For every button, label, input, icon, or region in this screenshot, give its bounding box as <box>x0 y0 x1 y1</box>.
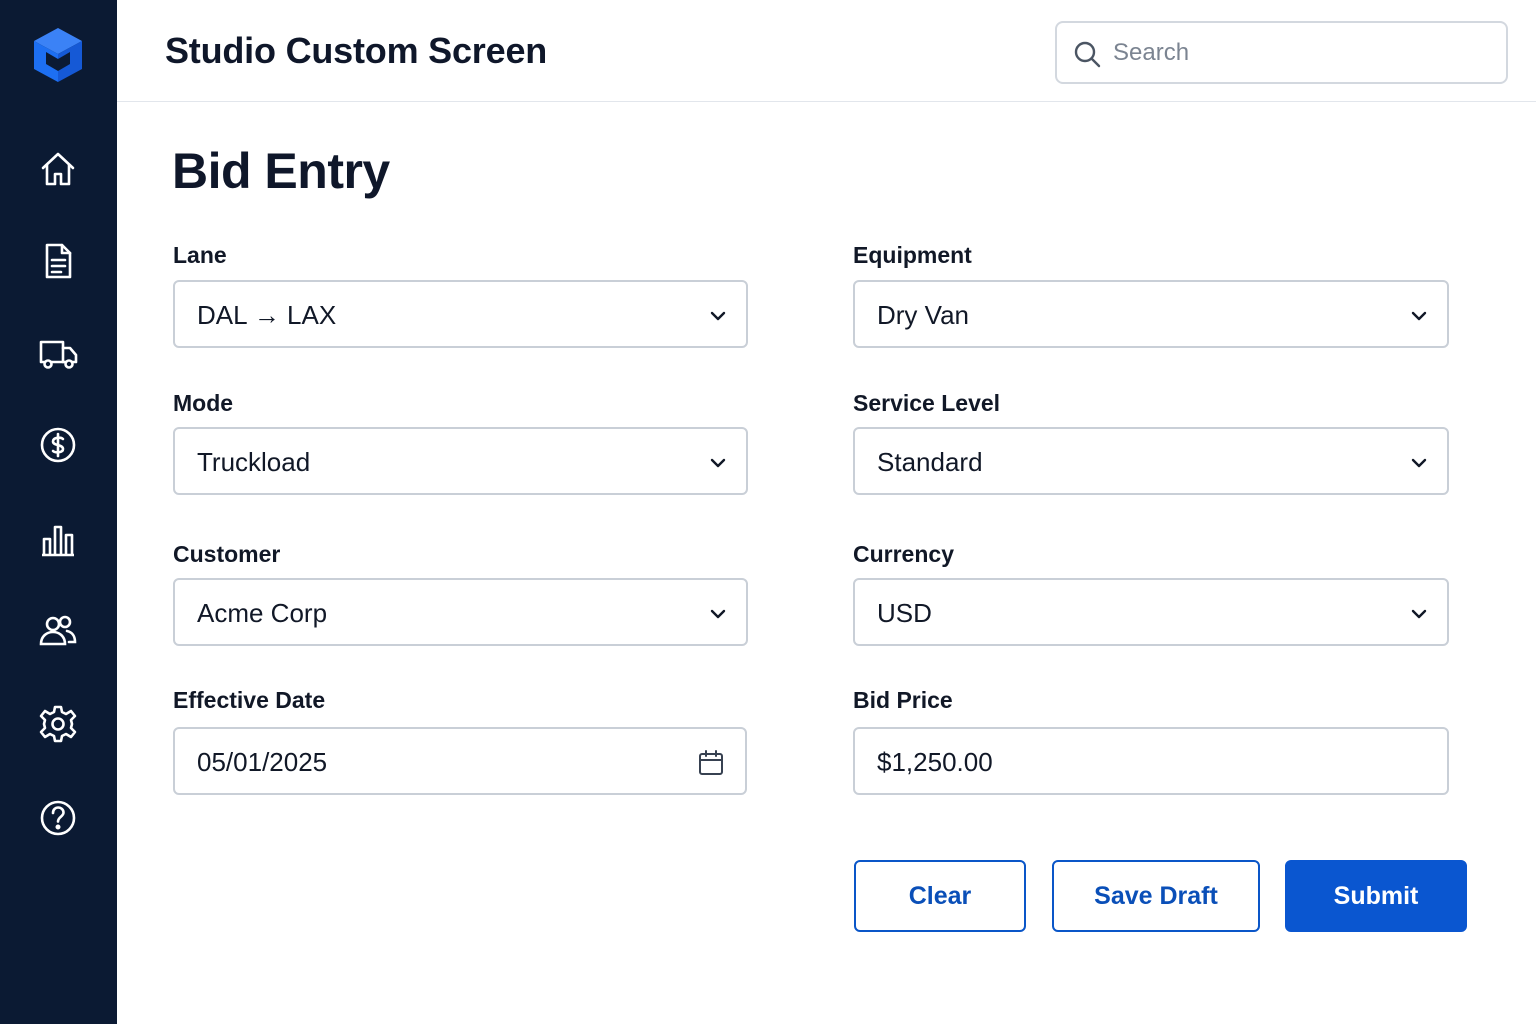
bid-price-value: $1,250.00 <box>877 747 993 777</box>
customer-select[interactable]: Acme Corp <box>173 578 748 646</box>
bid-price-label: Bid Price <box>853 687 953 713</box>
clear-button[interactable]: Clear <box>854 860 1026 932</box>
chevron-down-icon <box>710 609 726 619</box>
bar-chart-icon <box>42 525 74 557</box>
currency-value: USD <box>877 598 932 628</box>
dollar-icon <box>40 427 76 463</box>
sidebar-item-shipments[interactable] <box>35 330 81 376</box>
search-input[interactable] <box>1113 33 1493 73</box>
sidebar-item-documents[interactable] <box>35 238 81 284</box>
mode-select[interactable]: Truckload <box>173 427 748 495</box>
lane-label: Lane <box>173 242 227 268</box>
truck-icon <box>39 340 78 369</box>
chevron-down-icon <box>710 458 726 468</box>
bid-price-input[interactable]: $1,250.00 <box>853 727 1449 795</box>
top-header: Studio Custom Screen <box>117 0 1536 102</box>
service-level-select[interactable]: Standard <box>853 427 1449 495</box>
effective-date-input[interactable]: 05/01/2025 <box>173 727 747 795</box>
mode-label: Mode <box>173 390 234 416</box>
sidebar-item-home[interactable] <box>35 146 81 192</box>
effective-date-value: 05/01/2025 <box>197 747 328 777</box>
gear-icon <box>39 705 77 743</box>
page-title: Bid Entry <box>172 143 390 199</box>
sidebar <box>0 0 117 1024</box>
effective-date-label: Effective Date <box>173 687 326 713</box>
chevron-down-icon <box>1411 311 1427 321</box>
equipment-value: Dry Van <box>877 300 969 330</box>
search-icon <box>1074 41 1101 68</box>
sidebar-item-settings[interactable] <box>35 701 81 747</box>
help-icon <box>40 800 76 836</box>
currency-select[interactable]: USD <box>853 578 1449 646</box>
save-draft-button[interactable]: Save Draft <box>1052 860 1260 932</box>
calendar-icon[interactable] <box>697 749 725 777</box>
home-icon <box>41 152 75 186</box>
app-title: Studio Custom Screen <box>165 30 548 71</box>
logo-icon[interactable] <box>31 26 85 84</box>
lane-value: DAL → LAX <box>197 300 337 330</box>
sidebar-item-analytics[interactable] <box>35 516 81 562</box>
submit-button[interactable]: Submit <box>1285 860 1467 932</box>
sidebar-item-help[interactable] <box>35 795 81 841</box>
sidebar-item-users[interactable] <box>35 607 81 653</box>
sidebar-item-billing[interactable] <box>35 422 81 468</box>
chevron-down-icon <box>1411 609 1427 619</box>
chevron-down-icon <box>710 311 726 321</box>
customer-value: Acme Corp <box>197 598 328 628</box>
equipment-select[interactable]: Dry Van <box>853 280 1449 348</box>
chevron-down-icon <box>1411 458 1427 468</box>
service-level-label: Service Level <box>853 390 1001 416</box>
search-box[interactable] <box>1055 21 1508 84</box>
users-icon <box>39 615 77 646</box>
customer-label: Customer <box>173 541 281 567</box>
equipment-label: Equipment <box>853 242 972 268</box>
service-level-value: Standard <box>877 447 983 477</box>
currency-label: Currency <box>853 541 954 567</box>
lane-select[interactable]: DAL → LAX <box>173 280 748 348</box>
mode-value: Truckload <box>197 447 311 477</box>
document-icon <box>45 243 72 279</box>
